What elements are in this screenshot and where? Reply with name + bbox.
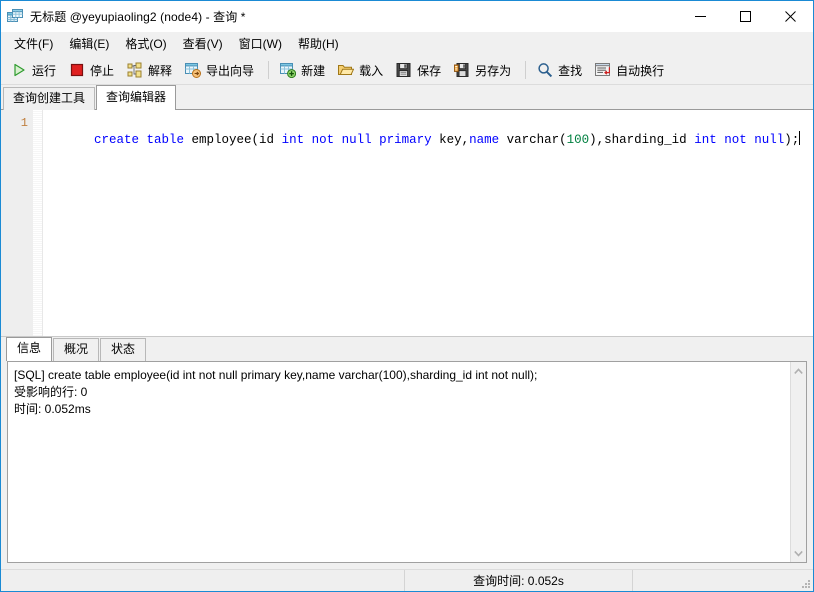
tab-information[interactable]: 信息 [6,337,52,361]
minimize-button[interactable] [678,1,723,32]
word-wrap-label: 自动换行 [616,62,664,79]
minimize-icon [695,11,706,22]
sql-token: create table [94,133,192,147]
sql-token: varchar( [507,133,567,147]
chevron-down-icon [794,550,803,557]
message-scrollbar[interactable] [790,362,806,562]
sql-token: key, [439,133,469,147]
play-icon [11,62,27,78]
line-number: 1 [1,115,28,131]
sql-token: name [469,133,507,147]
new-button[interactable]: 新建 [276,57,332,83]
scrollbar-track[interactable] [791,378,806,546]
find-label: 查找 [558,62,582,79]
sql-token: ),sharding_id [589,133,694,147]
save-label: 保存 [417,62,441,79]
status-left [1,570,405,591]
maximize-button[interactable] [723,1,768,32]
load-label: 载入 [359,62,383,79]
tab-query-builder[interactable]: 查询创建工具 [3,87,95,110]
save-as-label: 另存为 [475,62,511,79]
gutter-strip [33,110,43,336]
scroll-down-button[interactable] [792,546,806,560]
floppy-save-as-icon [454,62,470,78]
toolbar-separator-1 [268,61,269,79]
sql-line-1: create table employee(id int not null pr… [94,133,800,147]
search-icon [537,62,553,78]
save-as-button[interactable]: 另存为 [450,57,518,83]
status-right [633,570,813,591]
toolbar: 运行 停止 解释 [1,56,813,85]
message-line: 时间: 0.052ms [14,401,786,418]
text-cursor [799,131,800,145]
title-bar: 无标题 @yeyupiaoling2 (node4) - 查询 * [1,1,813,32]
message-line: [SQL] create table employee(id int not n… [14,367,786,384]
code-area[interactable]: create table employee(id int not null pr… [43,110,813,336]
menu-window[interactable]: 窗口(W) [231,32,290,56]
folder-open-icon [338,62,354,78]
menu-bar: 文件(F) 编辑(E) 格式(O) 查看(V) 窗口(W) 帮助(H) [1,32,813,56]
scroll-up-button[interactable] [792,364,806,378]
run-label: 运行 [32,62,56,79]
sql-token: 100 [567,133,590,147]
status-query-time: 查询时间: 0.052s [405,570,633,591]
save-button[interactable]: 保存 [392,57,448,83]
sql-editor[interactable]: 1 create table employee(id int not null … [1,110,813,337]
status-bar: 查询时间: 0.052s [1,569,813,591]
chevron-up-icon [794,368,803,375]
explain-tree-icon [127,62,143,78]
explain-button[interactable]: 解释 [123,57,179,83]
menu-format[interactable]: 格式(O) [117,32,174,56]
menu-help[interactable]: 帮助(H) [290,32,347,56]
export-wizard-button[interactable]: 导出向导 [181,57,261,83]
table-grid-icon [7,9,23,25]
sql-token: employee(id [192,133,282,147]
word-wrap-icon [595,62,611,78]
run-button[interactable]: 运行 [7,57,63,83]
export-wizard-label: 导出向导 [206,62,254,79]
load-button[interactable]: 载入 [334,57,390,83]
window-title: 无标题 @yeyupiaoling2 (node4) - 查询 * [30,8,246,25]
find-button[interactable]: 查找 [533,57,589,83]
message-panel: [SQL] create table employee(id int not n… [7,361,807,563]
word-wrap-button[interactable]: 自动换行 [591,57,671,83]
tab-profile[interactable]: 概况 [53,338,99,361]
export-wizard-icon [185,62,201,78]
tab-query-editor[interactable]: 查询编辑器 [96,85,176,110]
stop-button[interactable]: 停止 [65,57,121,83]
explain-label: 解释 [148,62,172,79]
message-line: 受影响的行: 0 [14,384,786,401]
message-text[interactable]: [SQL] create table employee(id int not n… [8,362,790,562]
maximize-icon [740,11,751,22]
results-pane: 信息 概况 状态 [SQL] create table employee(id … [1,337,813,569]
tab-status[interactable]: 状态 [100,338,146,361]
menu-file[interactable]: 文件(F) [6,32,61,56]
stop-icon [69,62,85,78]
stop-label: 停止 [90,62,114,79]
sql-token: int not null [694,133,784,147]
toolbar-separator-2 [525,61,526,79]
menu-view[interactable]: 查看(V) [175,32,231,56]
sql-token: int not null primary [282,133,440,147]
resize-grip-icon[interactable] [801,579,811,589]
close-icon [785,11,796,22]
editor-tabstrip: 查询创建工具 查询编辑器 [1,85,813,110]
new-query-icon [280,62,296,78]
results-tabstrip: 信息 概况 状态 [1,337,813,361]
close-button[interactable] [768,1,813,32]
line-number-gutter: 1 [1,110,33,336]
floppy-save-icon [396,62,412,78]
sql-token: ); [784,133,799,147]
new-label: 新建 [301,62,325,79]
query-window: 无标题 @yeyupiaoling2 (node4) - 查询 * 文 [0,0,814,592]
menu-edit[interactable]: 编辑(E) [61,32,117,56]
window-controls [678,1,813,32]
